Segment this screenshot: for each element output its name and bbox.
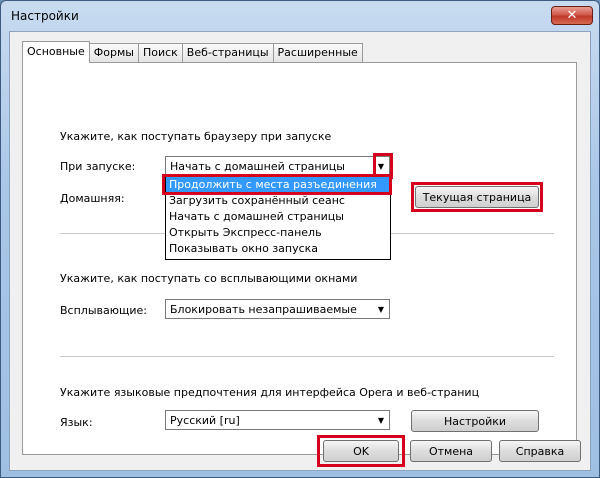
tab-strip: Основные Формы Поиск Веб-страницы Расшир… bbox=[22, 41, 363, 63]
language-settings-button[interactable]: Настройки bbox=[411, 410, 539, 432]
ok-button-highlight bbox=[317, 435, 405, 467]
language-select[interactable]: Русский [ru] ▼ bbox=[165, 410, 390, 430]
close-button[interactable]: ✕ bbox=[551, 6, 593, 25]
help-button[interactable]: Справка bbox=[499, 440, 581, 462]
settings-window: Настройки ✕ Основные Формы Поиск Веб-стр… bbox=[0, 0, 600, 478]
on-start-select[interactable]: Начать с домашней страницы ▼ bbox=[165, 156, 390, 176]
dialog-client-area: Основные Формы Поиск Веб-страницы Расшир… bbox=[9, 31, 591, 471]
tab-forms[interactable]: Формы bbox=[88, 43, 139, 63]
on-start-label: При запуске: bbox=[60, 160, 136, 173]
startup-option[interactable]: Показывать окно запуска bbox=[166, 241, 390, 257]
tab-web-pages[interactable]: Веб-страницы bbox=[181, 43, 274, 63]
selected-option-highlight bbox=[162, 174, 392, 195]
popups-heading: Укажите, как поступать со всплывающими о… bbox=[60, 272, 358, 285]
startup-option[interactable]: Начать с домашней страницы bbox=[166, 209, 390, 225]
popups-label: Всплывающие: bbox=[60, 304, 147, 317]
current-page-button-highlight bbox=[411, 182, 543, 212]
language-heading: Укажите языковые предпочтения для интерф… bbox=[60, 386, 480, 399]
startup-option[interactable]: Открыть Экспресс-панель bbox=[166, 225, 390, 241]
language-label: Язык: bbox=[60, 416, 93, 429]
popups-select[interactable]: Блокировать незапрашиваемые ▼ bbox=[165, 299, 390, 319]
tab-search[interactable]: Поиск bbox=[137, 43, 183, 63]
tab-general[interactable]: Основные bbox=[22, 41, 90, 63]
cancel-button[interactable]: Отмена bbox=[410, 440, 492, 462]
chevron-down-icon[interactable]: ▼ bbox=[374, 301, 388, 317]
language-value: Русский [ru] bbox=[170, 414, 240, 427]
title-bar: Настройки ✕ bbox=[1, 1, 599, 31]
on-start-value: Начать с домашней страницы bbox=[170, 160, 345, 173]
general-tab-panel: Укажите, как поступать браузеру при запу… bbox=[22, 62, 577, 455]
close-icon: ✕ bbox=[566, 8, 578, 23]
home-page-label: Домашняя: bbox=[60, 192, 125, 205]
startup-heading: Укажите, как поступать браузеру при запу… bbox=[60, 130, 332, 143]
startup-option[interactable]: Загрузить сохранённый сеанс bbox=[166, 193, 390, 209]
chevron-down-icon[interactable]: ▼ bbox=[374, 412, 388, 428]
section-divider bbox=[60, 356, 554, 357]
popups-value: Блокировать незапрашиваемые bbox=[170, 303, 357, 316]
window-title: Настройки bbox=[11, 9, 79, 23]
tab-advanced[interactable]: Расширенные bbox=[272, 43, 363, 63]
